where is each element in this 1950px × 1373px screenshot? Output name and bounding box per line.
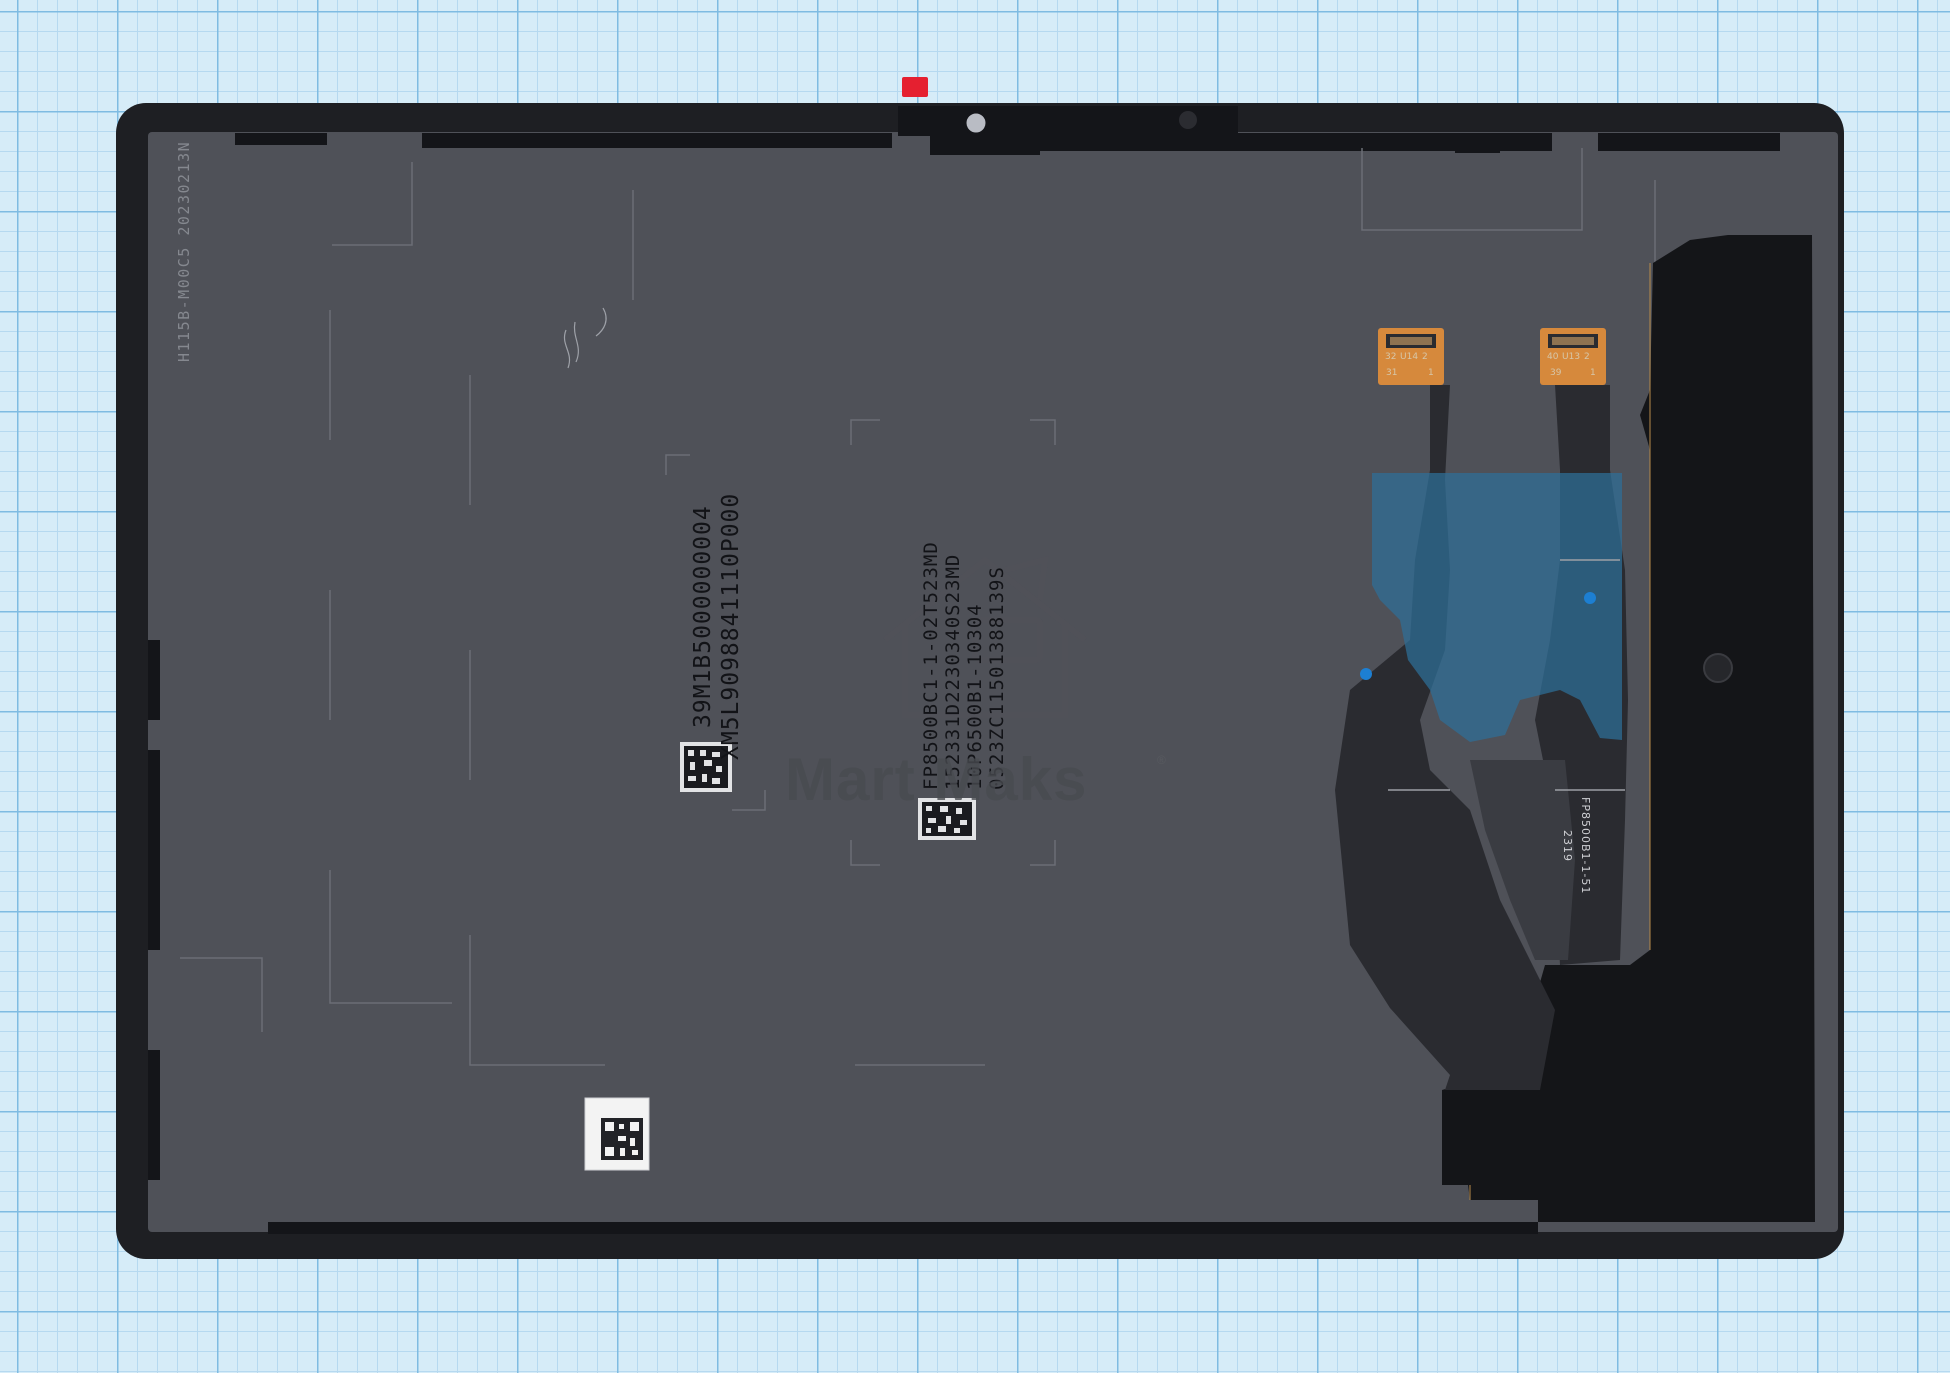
pin-label: U13	[1562, 352, 1581, 362]
pin-label: 2	[1422, 352, 1428, 362]
pin-label: 39	[1550, 368, 1562, 378]
qr-sticker	[584, 1097, 650, 1171]
pin-label: 40	[1547, 352, 1559, 362]
serial-line: XM5L9098841110P000	[718, 492, 744, 760]
sensor-hole	[963, 110, 989, 136]
top-strip	[235, 133, 327, 145]
watermark-registered-mark: ®	[1157, 753, 1166, 767]
pin-label: 1	[1428, 368, 1434, 378]
top-strip	[1455, 133, 1500, 153]
bottom-strip	[268, 1222, 1538, 1234]
red-pull-tab	[902, 77, 928, 97]
pin-label: 1	[1590, 368, 1596, 378]
pin-label: 31	[1386, 368, 1398, 378]
photo-stage: H115B-M00C5 20230213N 39M1B5000000004 XM…	[0, 0, 1950, 1373]
sensor-tab	[930, 130, 1040, 155]
fpc-date: 2319	[1561, 830, 1574, 862]
pin-label: 32	[1385, 352, 1397, 362]
pin-label: U14	[1400, 352, 1419, 362]
sensor-hole	[1179, 111, 1197, 129]
top-strip	[422, 133, 892, 148]
pin-label: 2	[1584, 352, 1590, 362]
shield-hole	[1703, 653, 1733, 683]
panel-vertical-code: H115B-M00C5 20230213N	[175, 140, 193, 362]
top-strip	[1598, 133, 1780, 151]
watermark-text: Mart Maks	[785, 746, 1088, 813]
fpc-label: FP8500B1-1-51	[1579, 797, 1592, 895]
serial-line: 39M1B5000000004	[690, 505, 716, 728]
